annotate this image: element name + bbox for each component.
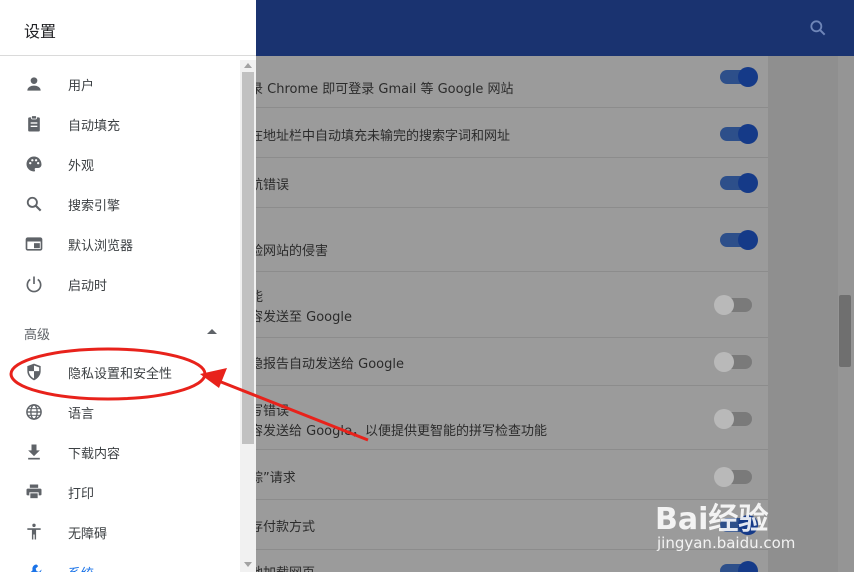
settings-row[interactable]: 录 Chrome 即可登录 Gmail 等 Google 网站 <box>250 56 768 108</box>
nav-item-label: 系统 <box>68 563 94 572</box>
nav-item-label: 用户 <box>68 79 95 94</box>
palette-icon <box>26 156 42 172</box>
nav-item-default-browser[interactable]: 默认浏览器 <box>0 224 240 264</box>
wrench-icon <box>30 564 42 572</box>
settings-row[interactable]: 写错误 容发送给 Google，以便提供更智能的拼写检查功能 <box>250 386 768 450</box>
shield-icon <box>27 363 41 381</box>
settings-row[interactable]: 隐报告自动发送给 Google <box>250 338 768 386</box>
nav-item-label: 隐私设置和安全性 <box>68 367 173 382</box>
accessibility-icon <box>27 523 41 540</box>
nav-item-label: 下载内容 <box>68 447 121 462</box>
settings-row[interactable]: 能 容发送至 Google <box>250 272 768 338</box>
settings-row-sublabel: 容发送给 Google，以便提供更智能的拼写检查功能 <box>250 424 547 439</box>
nav-item-label: 搜索引擎 <box>68 199 121 214</box>
settings-row-label: 存付款方式 <box>250 520 316 535</box>
watermark-logo: Bai经验 <box>655 502 769 537</box>
browser-icon <box>25 237 43 251</box>
power-icon <box>26 276 42 293</box>
settings-row-label: 地加载网页 <box>250 562 315 572</box>
printer-icon <box>26 484 42 500</box>
settings-row-label: 踪”请求 <box>250 471 296 486</box>
settings-row[interactable]: 在地址栏中自动填充未输完的搜索字词和网址 <box>250 108 768 158</box>
nav-item-appearance[interactable]: 外观 <box>0 144 240 184</box>
nav-item-search-engine[interactable]: 搜索引擎 <box>0 184 240 224</box>
clipboard-icon <box>28 115 40 132</box>
settings-row[interactable]: 险网站的侵害 <box>250 208 768 272</box>
scroll-down-arrow-icon[interactable] <box>244 562 252 568</box>
nav-item-downloads[interactable]: 下载内容 <box>0 432 240 472</box>
nav-item-system[interactable]: 系统 <box>0 552 240 572</box>
toggle-switch[interactable] <box>720 230 758 250</box>
nav-item-label: 语言 <box>68 407 95 422</box>
advanced-section-label[interactable]: 高级 <box>24 324 50 343</box>
toggle-switch[interactable] <box>714 352 752 372</box>
settings-row-label: 在地址栏中自动填充未输完的搜索字词和网址 <box>250 129 511 144</box>
nav-item-printing[interactable]: 打印 <box>0 472 240 512</box>
settings-row-label: 险网站的侵害 <box>250 244 329 259</box>
watermark-url: jingyan.baidu.com <box>657 534 796 552</box>
nav-item-label: 无障碍 <box>68 527 108 542</box>
nav-item-languages[interactable]: 语言 <box>0 392 240 432</box>
toggle-switch[interactable] <box>714 467 752 487</box>
drawer-scrollbar-thumb[interactable] <box>242 72 254 444</box>
download-icon <box>28 444 40 460</box>
toggle-switch[interactable] <box>720 173 758 193</box>
person-icon <box>27 77 41 91</box>
toggle-switch[interactable] <box>720 124 758 144</box>
collapse-arrow-icon[interactable] <box>206 327 218 335</box>
settings-row-sublabel: 容发送至 Google <box>250 310 352 325</box>
nav-item-privacy-security[interactable]: 隐私设置和安全性 <box>0 352 240 392</box>
drawer-title: 设置 <box>24 22 57 41</box>
toggle-switch[interactable] <box>720 67 758 87</box>
nav-item-label: 启动时 <box>68 279 108 294</box>
nav-item-user[interactable]: 用户 <box>0 64 240 104</box>
nav-item-label: 打印 <box>68 487 95 502</box>
nav-item-label: 外观 <box>68 159 95 174</box>
nav-item-on-startup[interactable]: 启动时 <box>0 264 240 304</box>
settings-row[interactable]: 踪”请求 <box>250 450 768 500</box>
nav-item-label: 默认浏览器 <box>68 239 134 254</box>
scroll-up-arrow-icon[interactable] <box>244 62 252 68</box>
toggle-switch[interactable] <box>714 295 752 315</box>
nav-item-label: 自动填充 <box>68 119 121 134</box>
globe-icon <box>26 404 42 420</box>
toggle-switch[interactable] <box>714 409 752 429</box>
search-icon[interactable] <box>808 18 828 38</box>
settings-row-label: 录 Chrome 即可登录 Gmail 等 Google 网站 <box>250 82 514 97</box>
settings-row[interactable]: 地加载网页 <box>250 550 768 572</box>
drawer-header: 设置 <box>0 0 256 56</box>
page-scrollbar-thumb[interactable] <box>839 295 851 367</box>
nav-item-autofill[interactable]: 自动填充 <box>0 104 240 144</box>
search-icon <box>26 196 42 212</box>
toggle-switch[interactable] <box>720 561 758 572</box>
settings-drawer: 设置 用户 自动填充 外观 搜索引擎 默认浏览器 启动时 高级 隐私设置和安全性… <box>0 0 256 572</box>
settings-row-label: 隐报告自动发送给 Google <box>250 357 404 372</box>
settings-row[interactable]: 航错误 <box>250 158 768 208</box>
nav-item-accessibility[interactable]: 无障碍 <box>0 512 240 552</box>
